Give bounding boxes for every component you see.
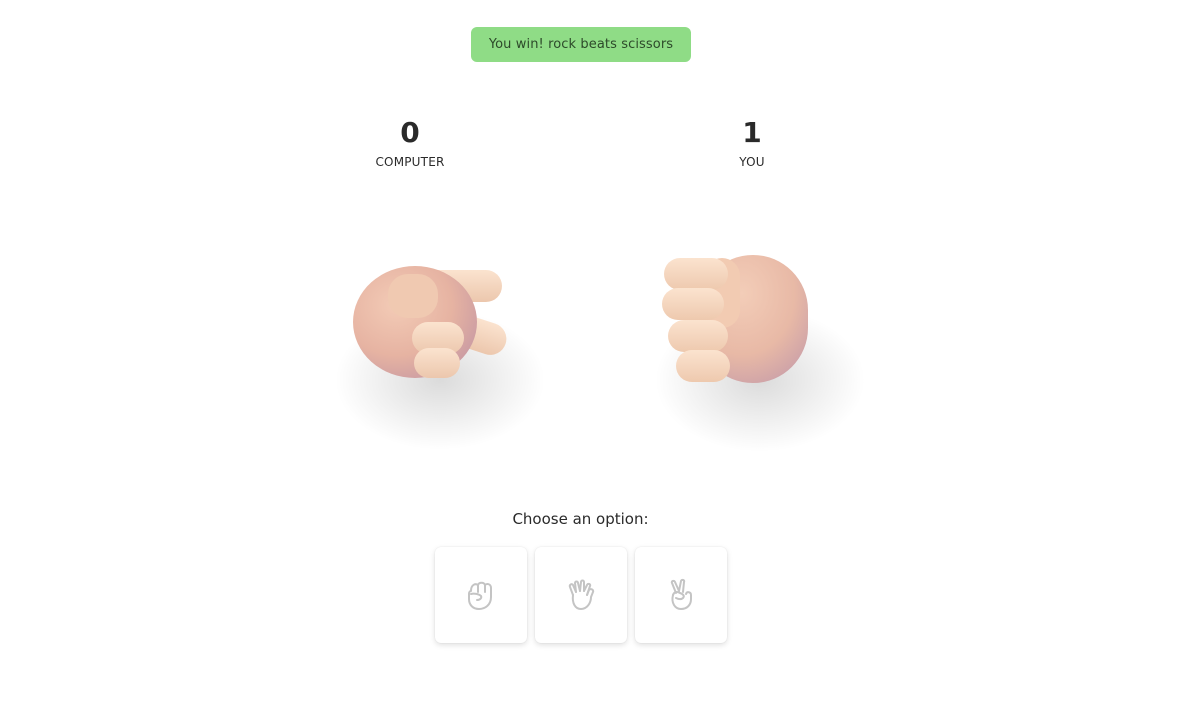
choose-option-prompt: Choose an option: [512, 510, 649, 528]
you-score-value: 1 [742, 116, 762, 149]
computer-scissors-hand [330, 230, 550, 464]
rock-icon [468, 581, 492, 610]
option-buttons [435, 547, 727, 643]
you-rock-hand [640, 230, 870, 464]
scissors-option-button[interactable] [635, 547, 727, 643]
computer-score-label: COMPUTER [375, 155, 445, 169]
rock-hand-icon [655, 255, 865, 452]
computer-score: 0 COMPUTER [330, 113, 490, 169]
result-message: You win! rock beats scissors [488, 37, 674, 52]
you-score: 1 YOU [672, 113, 832, 169]
computer-score-value: 0 [400, 116, 420, 149]
you-score-label: YOU [739, 155, 765, 169]
scissors-hand-icon [335, 266, 545, 450]
paper-option-button[interactable] [535, 547, 627, 643]
rock-option-button[interactable] [435, 547, 527, 643]
paper-icon [568, 579, 595, 610]
scissors-icon [670, 578, 692, 610]
result-banner: You win! rock beats scissors [471, 27, 691, 62]
